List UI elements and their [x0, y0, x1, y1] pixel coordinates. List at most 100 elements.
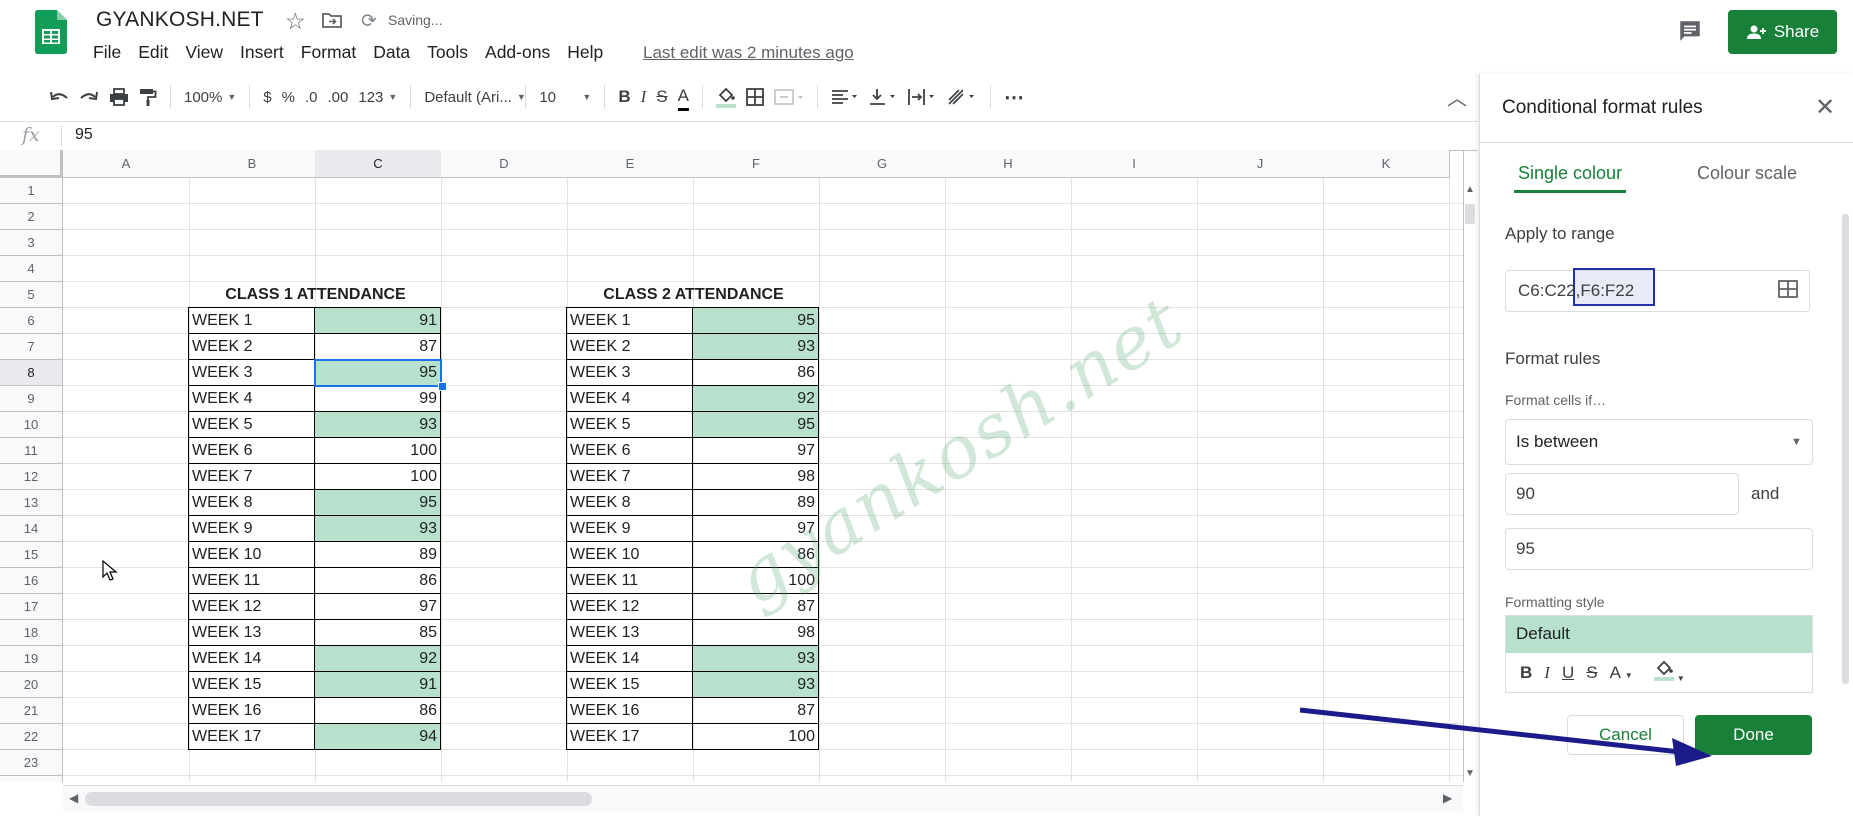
attendance-value-cell[interactable]: 93: [314, 515, 441, 542]
row-header[interactable]: 2: [0, 204, 63, 230]
italic-button[interactable]: I: [641, 82, 647, 112]
row-header[interactable]: 12: [0, 464, 63, 490]
decrease-decimal-button[interactable]: .0: [305, 82, 318, 112]
fill-handle[interactable]: [438, 382, 447, 391]
close-icon[interactable]: ✕: [1815, 93, 1835, 122]
attendance-value-cell[interactable]: 92: [314, 645, 441, 672]
select-all-corner[interactable]: [0, 150, 63, 178]
attendance-value-cell[interactable]: 98: [692, 619, 819, 646]
percent-format-button[interactable]: %: [282, 82, 295, 112]
row-header[interactable]: 6: [0, 308, 63, 334]
menu-addons[interactable]: Add-ons: [485, 42, 550, 63]
style-preview-dropdown[interactable]: Default: [1505, 615, 1813, 653]
text-rotation-icon[interactable]: [947, 82, 977, 112]
week-label-cell[interactable]: WEEK 15: [566, 671, 693, 698]
attendance-value-cell[interactable]: 85: [314, 619, 441, 646]
vertical-scroll-thumb[interactable]: [1465, 204, 1475, 224]
menu-view[interactable]: View: [185, 42, 223, 63]
attendance-value-cell[interactable]: 95: [692, 307, 819, 334]
attendance-value-cell[interactable]: 100: [314, 463, 441, 490]
row-header[interactable]: 22: [0, 724, 63, 750]
scroll-left-icon[interactable]: ◀: [69, 791, 78, 805]
week-label-cell[interactable]: WEEK 17: [566, 723, 693, 750]
week-label-cell[interactable]: WEEK 2: [566, 333, 693, 360]
share-button[interactable]: Share: [1728, 10, 1837, 54]
week-label-cell[interactable]: WEEK 12: [566, 593, 693, 620]
attendance-value-cell[interactable]: 87: [692, 593, 819, 620]
attendance-value-cell[interactable]: 87: [314, 333, 441, 360]
attendance-value-cell[interactable]: 100: [314, 437, 441, 464]
column-header[interactable]: K: [1323, 150, 1450, 178]
print-icon[interactable]: [109, 82, 129, 112]
currency-format-button[interactable]: $: [263, 82, 271, 112]
text-wrapping-icon[interactable]: [907, 82, 937, 112]
week-label-cell[interactable]: WEEK 7: [566, 463, 693, 490]
attendance-value-cell[interactable]: 86: [692, 541, 819, 568]
text-color-button[interactable]: A: [677, 84, 689, 111]
week-label-cell[interactable]: WEEK 8: [566, 489, 693, 516]
week-label-cell[interactable]: WEEK 1: [566, 307, 693, 334]
star-icon[interactable]: ☆: [285, 8, 306, 35]
redo-icon[interactable]: [79, 82, 99, 112]
column-header[interactable]: B: [189, 150, 316, 178]
attendance-value-cell[interactable]: 100: [692, 567, 819, 594]
attendance-value-cell[interactable]: 97: [692, 515, 819, 542]
collapse-menus-icon[interactable]: ︿: [1447, 82, 1467, 111]
row-header[interactable]: 16: [0, 568, 63, 594]
row-header[interactable]: 7: [0, 334, 63, 360]
style-italic-button[interactable]: I: [1544, 663, 1550, 683]
attendance-value-cell[interactable]: 91: [314, 671, 441, 698]
sheets-logo-icon[interactable]: [35, 10, 67, 54]
horizontal-align-icon[interactable]: [831, 82, 859, 112]
scroll-up-icon[interactable]: ▲: [1465, 184, 1475, 195]
done-button[interactable]: Done: [1695, 715, 1812, 755]
condition-dropdown[interactable]: Is between ▼: [1505, 419, 1813, 465]
panel-scrollbar[interactable]: [1842, 214, 1849, 684]
week-label-cell[interactable]: WEEK 5: [188, 411, 315, 438]
font-select[interactable]: Default (Ari... ▼: [424, 82, 525, 112]
more-formats-select[interactable]: 123 ▼: [358, 82, 397, 112]
attendance-value-cell[interactable]: 86: [314, 567, 441, 594]
attendance-value-cell[interactable]: 91: [314, 307, 441, 334]
week-label-cell[interactable]: WEEK 11: [188, 567, 315, 594]
row-header[interactable]: 10: [0, 412, 63, 438]
row-header[interactable]: 11: [0, 438, 63, 464]
menu-insert[interactable]: Insert: [240, 42, 284, 63]
horizontal-scroll-thumb[interactable]: [85, 792, 592, 806]
week-label-cell[interactable]: WEEK 17: [188, 723, 315, 750]
attendance-value-cell[interactable]: 97: [314, 593, 441, 620]
row-header[interactable]: 24: [0, 776, 63, 782]
row-header[interactable]: 13: [0, 490, 63, 516]
column-header[interactable]: E: [567, 150, 694, 178]
table-title[interactable]: CLASS 2 ATTENDANCE: [567, 282, 820, 309]
attendance-value-cell[interactable]: 95: [314, 489, 441, 516]
week-label-cell[interactable]: WEEK 13: [566, 619, 693, 646]
column-header[interactable]: A: [63, 150, 190, 178]
attendance-value-cell[interactable]: 99: [314, 385, 441, 412]
week-label-cell[interactable]: WEEK 11: [566, 567, 693, 594]
week-label-cell[interactable]: WEEK 14: [566, 645, 693, 672]
column-header[interactable]: J: [1197, 150, 1324, 178]
menu-edit[interactable]: Edit: [138, 42, 168, 63]
row-header[interactable]: 23: [0, 750, 63, 776]
week-label-cell[interactable]: WEEK 4: [188, 385, 315, 412]
row-header[interactable]: 8: [0, 360, 63, 386]
tab-colour-scale[interactable]: Colour scale: [1697, 163, 1797, 184]
week-label-cell[interactable]: WEEK 1: [188, 307, 315, 334]
vertical-align-icon[interactable]: [869, 82, 897, 112]
week-label-cell[interactable]: WEEK 12: [188, 593, 315, 620]
week-label-cell[interactable]: WEEK 15: [188, 671, 315, 698]
row-header[interactable]: 9: [0, 386, 63, 412]
row-header[interactable]: 18: [0, 620, 63, 646]
week-label-cell[interactable]: WEEK 16: [188, 697, 315, 724]
menu-help[interactable]: Help: [567, 42, 603, 63]
row-header[interactable]: 4: [0, 256, 63, 282]
undo-icon[interactable]: [49, 82, 69, 112]
style-strikethrough-button[interactable]: S: [1586, 663, 1597, 683]
week-label-cell[interactable]: WEEK 6: [566, 437, 693, 464]
row-header[interactable]: 3: [0, 230, 63, 256]
menu-format[interactable]: Format: [301, 42, 356, 63]
week-label-cell[interactable]: WEEK 2: [188, 333, 315, 360]
scroll-down-icon[interactable]: ▼: [1465, 768, 1475, 779]
attendance-value-cell[interactable]: 93: [314, 411, 441, 438]
